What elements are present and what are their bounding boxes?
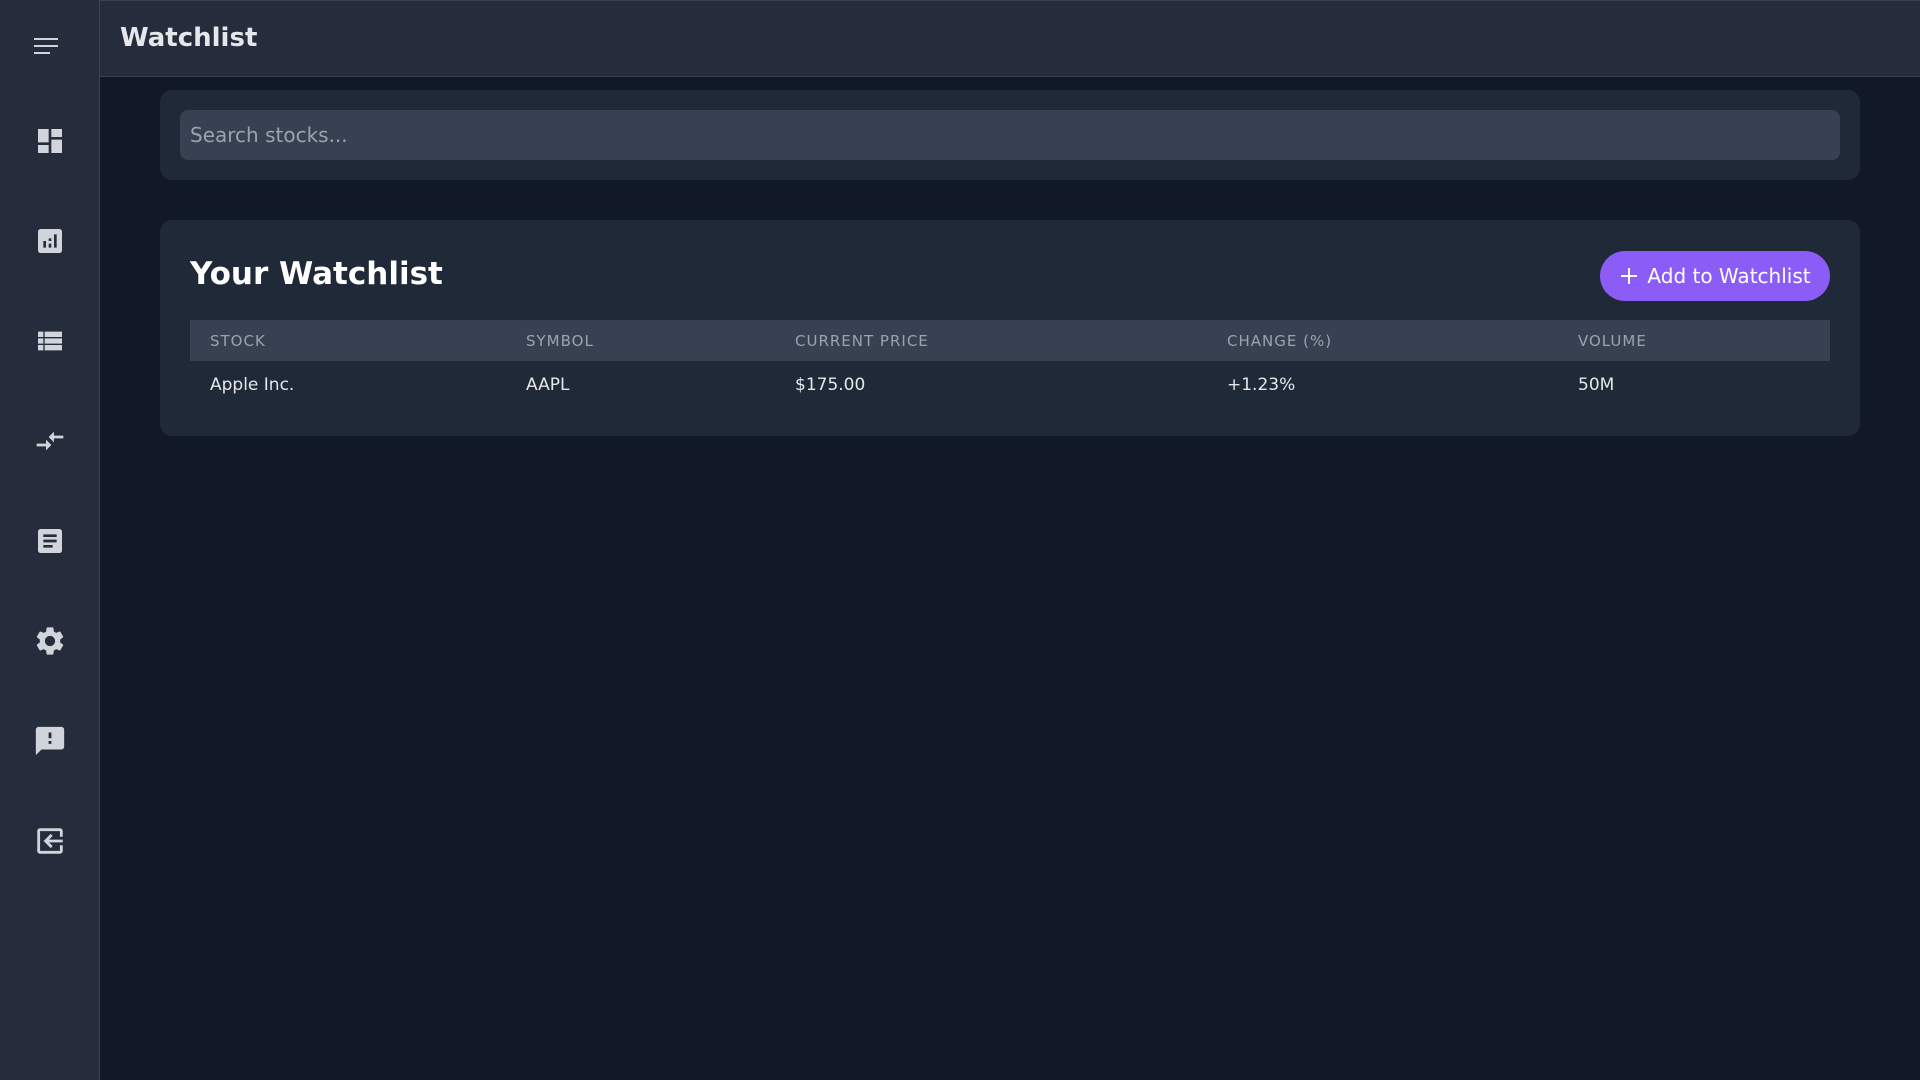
- table-row[interactable]: Apple Inc. AAPL $175.00 +1.23% 50M: [190, 361, 1830, 409]
- sidebar-item-feedback[interactable]: [26, 717, 74, 765]
- search-card: [160, 90, 1860, 180]
- menu-toggle-button[interactable]: [32, 34, 60, 58]
- column-header-change[interactable]: CHANGE (%): [1207, 320, 1558, 361]
- hamburger-menu-icon: [33, 36, 59, 56]
- column-header-volume[interactable]: VOLUME: [1558, 320, 1830, 361]
- dashboard-icon: [34, 125, 66, 157]
- sidebar-item-articles[interactable]: [26, 517, 74, 565]
- cell-stock-name: Apple Inc.: [210, 375, 295, 395]
- search-input[interactable]: [180, 110, 1840, 160]
- sidebar-item-logout[interactable]: [26, 817, 74, 865]
- settings-icon: [33, 624, 67, 658]
- watchlist-title: Your Watchlist: [190, 256, 443, 292]
- feedback-icon: [33, 724, 67, 758]
- column-header-current-price[interactable]: CURRENT PRICE: [775, 320, 1207, 361]
- watchlist-card: Your Watchlist Add to Watchlist STOCK SY…: [160, 220, 1860, 436]
- cell-current-price: $175.00: [795, 375, 866, 395]
- column-header-stock[interactable]: STOCK: [190, 320, 506, 361]
- top-header: Watchlist: [100, 0, 1920, 77]
- cell-change-percent: +1.23%: [1227, 375, 1296, 395]
- page-title: Watchlist: [120, 23, 258, 53]
- cell-volume: 50M: [1578, 375, 1615, 395]
- table-body: Apple Inc. AAPL $175.00 +1.23% 50M: [190, 361, 1830, 409]
- article-icon: [34, 525, 66, 557]
- sidebar-item-analytics[interactable]: [26, 217, 74, 265]
- sidebar-item-compare[interactable]: [26, 417, 74, 465]
- table-header: STOCK SYMBOL CURRENT PRICE CHANGE (%) VO…: [190, 320, 1830, 361]
- sidebar-item-settings[interactable]: [26, 617, 74, 665]
- sidebar: [0, 0, 100, 1080]
- list-icon: [34, 325, 66, 357]
- add-to-watchlist-label: Add to Watchlist: [1647, 264, 1811, 288]
- analytics-icon: [34, 225, 66, 257]
- app-root: Watchlist Your Watchlist Add to Watchlis…: [0, 0, 1920, 1080]
- sidebar-item-list[interactable]: [26, 317, 74, 365]
- add-to-watchlist-button[interactable]: Add to Watchlist: [1600, 251, 1830, 301]
- table-header-row: STOCK SYMBOL CURRENT PRICE CHANGE (%) VO…: [190, 320, 1830, 361]
- logout-icon: [33, 824, 67, 858]
- column-header-symbol[interactable]: SYMBOL: [506, 320, 775, 361]
- cell-symbol: AAPL: [526, 375, 570, 395]
- compare-arrows-icon: [34, 425, 66, 457]
- watchlist-table: STOCK SYMBOL CURRENT PRICE CHANGE (%) VO…: [190, 320, 1830, 409]
- plus-icon: [1619, 266, 1639, 286]
- sidebar-item-dashboard[interactable]: [26, 117, 74, 165]
